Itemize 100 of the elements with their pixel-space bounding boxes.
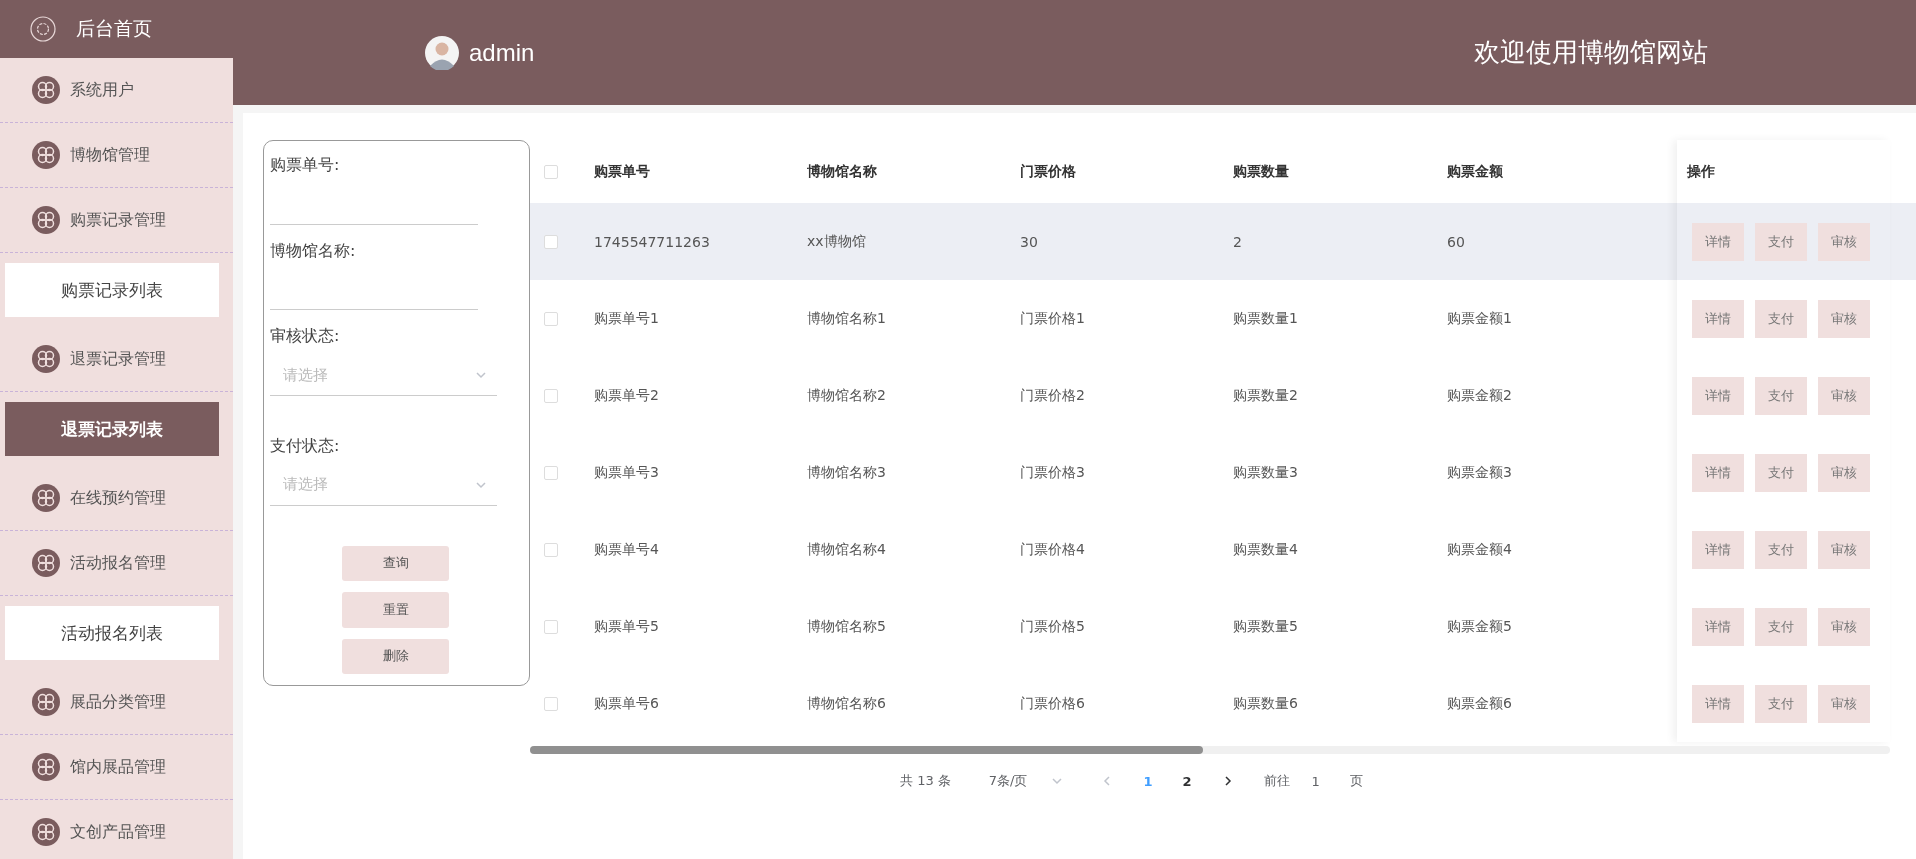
checkbox[interactable]	[544, 619, 558, 634]
table-cell-text: 购票单号4	[594, 540, 660, 559]
action-button[interactable]: 审核	[1818, 530, 1870, 569]
action-button[interactable]: 支付	[1755, 530, 1807, 569]
scrollbar-track[interactable]	[530, 746, 1890, 754]
table-cell-text: 购票数量4	[1233, 540, 1299, 559]
menu-item[interactable]: 在线预约管理	[0, 466, 233, 531]
page-number[interactable]: 1	[1143, 773, 1153, 789]
select-field[interactable]: 请选择	[270, 355, 497, 396]
table-cell-text: 2	[1233, 233, 1243, 250]
checkbox[interactable]	[544, 311, 558, 326]
flower-icon	[32, 141, 60, 169]
action-button[interactable]: 详情	[1692, 376, 1744, 415]
flower-icon	[32, 753, 60, 781]
action-button[interactable]: 审核	[1818, 376, 1870, 415]
table-cell-text: 门票价格3	[1020, 463, 1086, 482]
table-cell-text: xx博物馆	[807, 232, 867, 251]
filter-button[interactable]: 删除	[342, 638, 449, 674]
table-cell-text: 购票数量3	[1233, 463, 1299, 482]
flower-icon	[32, 206, 60, 234]
user-name: admin	[469, 38, 535, 67]
table-cell-text: 博物馆名称4	[807, 540, 887, 559]
table-cell-text: 门票价格4	[1020, 540, 1086, 559]
menu-item[interactable]: 文创产品管理	[0, 800, 233, 859]
action-button[interactable]: 支付	[1755, 222, 1807, 261]
table-cell-text: 购票数量2	[1233, 386, 1299, 405]
action-button[interactable]: 详情	[1692, 684, 1744, 723]
table-cell-text: 门票价格1	[1020, 309, 1086, 328]
flower-icon	[32, 818, 60, 846]
home-link[interactable]: 后台首页	[76, 16, 152, 42]
checkbox[interactable]	[544, 234, 558, 249]
table-cell-text: 购票金额3	[1447, 463, 1513, 482]
table-cell-text: 购票数量6	[1233, 694, 1299, 713]
filter-label: 购票单号:	[270, 155, 341, 176]
flower-icon	[32, 345, 60, 373]
action-button[interactable]: 审核	[1818, 299, 1870, 338]
column-header: 门票价格	[1020, 162, 1077, 181]
action-button[interactable]: 支付	[1755, 376, 1807, 415]
submenu-item[interactable]: 购票记录列表	[5, 263, 219, 317]
menu-item[interactable]: 博物馆管理	[0, 123, 233, 188]
menu-item[interactable]: 退票记录管理	[0, 327, 233, 392]
submenu-item[interactable]: 活动报名列表	[5, 606, 219, 660]
page-number[interactable]: 2	[1182, 773, 1192, 789]
menu-item[interactable]: 系统用户	[0, 58, 233, 123]
action-button[interactable]: 支付	[1755, 684, 1807, 723]
checkbox[interactable]	[544, 388, 558, 403]
page-input[interactable]: 1	[1311, 773, 1320, 789]
menu-item[interactable]: 展品分类管理	[0, 670, 233, 735]
filter-button[interactable]: 查询	[342, 545, 449, 582]
table-cell-text: 门票价格6	[1020, 694, 1086, 713]
filter-label: 审核状态:	[270, 326, 341, 348]
table-cell-text: 1745547711263	[594, 233, 711, 250]
select-field[interactable]: 请选择	[270, 464, 497, 506]
column-header: 购票数量	[1233, 162, 1290, 181]
action-button[interactable]: 审核	[1818, 607, 1870, 646]
menu-item[interactable]: 活动报名管理	[0, 531, 233, 596]
action-button[interactable]: 审核	[1818, 453, 1870, 492]
settings-icon	[30, 16, 56, 42]
flower-icon	[32, 76, 60, 104]
column-header: 操作	[1686, 161, 1716, 181]
avatar	[425, 35, 459, 70]
filter-button[interactable]: 重置	[342, 592, 449, 628]
table-cell-text: 购票单号6	[594, 694, 660, 713]
flower-icon	[32, 688, 60, 716]
action-button[interactable]: 支付	[1755, 299, 1807, 338]
action-button[interactable]: 支付	[1755, 453, 1807, 492]
table-cell-text: 购票单号5	[594, 617, 660, 636]
total-count: 共 13 条	[900, 772, 951, 790]
menu-item[interactable]: 购票记录管理	[0, 188, 233, 253]
action-button[interactable]: 详情	[1692, 453, 1744, 492]
table-cell-text: 博物馆名称1	[807, 309, 887, 328]
table-cell-text: 购票数量5	[1233, 617, 1299, 636]
table-cell-text: 60	[1447, 233, 1466, 250]
table-cell-text: 30	[1020, 233, 1039, 250]
submenu-item[interactable]: 退票记录列表	[5, 402, 219, 456]
table-cell-text: 门票价格5	[1020, 617, 1086, 636]
table-cell-text: 购票金额2	[1447, 386, 1513, 405]
page-size-select[interactable]: 7条/页	[988, 772, 1064, 790]
checkbox[interactable]	[544, 542, 558, 557]
column-header: 购票金额	[1447, 162, 1504, 181]
action-button[interactable]: 详情	[1692, 222, 1744, 261]
menu-item[interactable]: 馆内展品管理	[0, 735, 233, 800]
column-header: 购票单号	[594, 162, 651, 181]
flower-icon	[32, 549, 60, 577]
column-header: 博物馆名称	[807, 162, 878, 181]
checkbox[interactable]	[544, 164, 558, 179]
action-button[interactable]: 审核	[1818, 684, 1870, 723]
flower-icon	[32, 484, 60, 512]
action-button[interactable]: 支付	[1755, 607, 1807, 646]
checkbox[interactable]	[544, 696, 558, 711]
site-title: 欢迎使用博物馆网站	[1474, 36, 1708, 69]
action-button[interactable]: 详情	[1692, 299, 1744, 338]
action-button[interactable]: 详情	[1692, 607, 1744, 646]
scrollbar-thumb[interactable]	[530, 746, 1203, 754]
checkbox[interactable]	[544, 465, 558, 480]
table-cell-text: 购票单号2	[594, 386, 660, 405]
table-cell-text: 购票金额4	[1447, 540, 1513, 559]
action-button[interactable]: 审核	[1818, 222, 1870, 261]
table-cell-text: 购票单号1	[594, 309, 660, 328]
action-button[interactable]: 详情	[1692, 530, 1744, 569]
